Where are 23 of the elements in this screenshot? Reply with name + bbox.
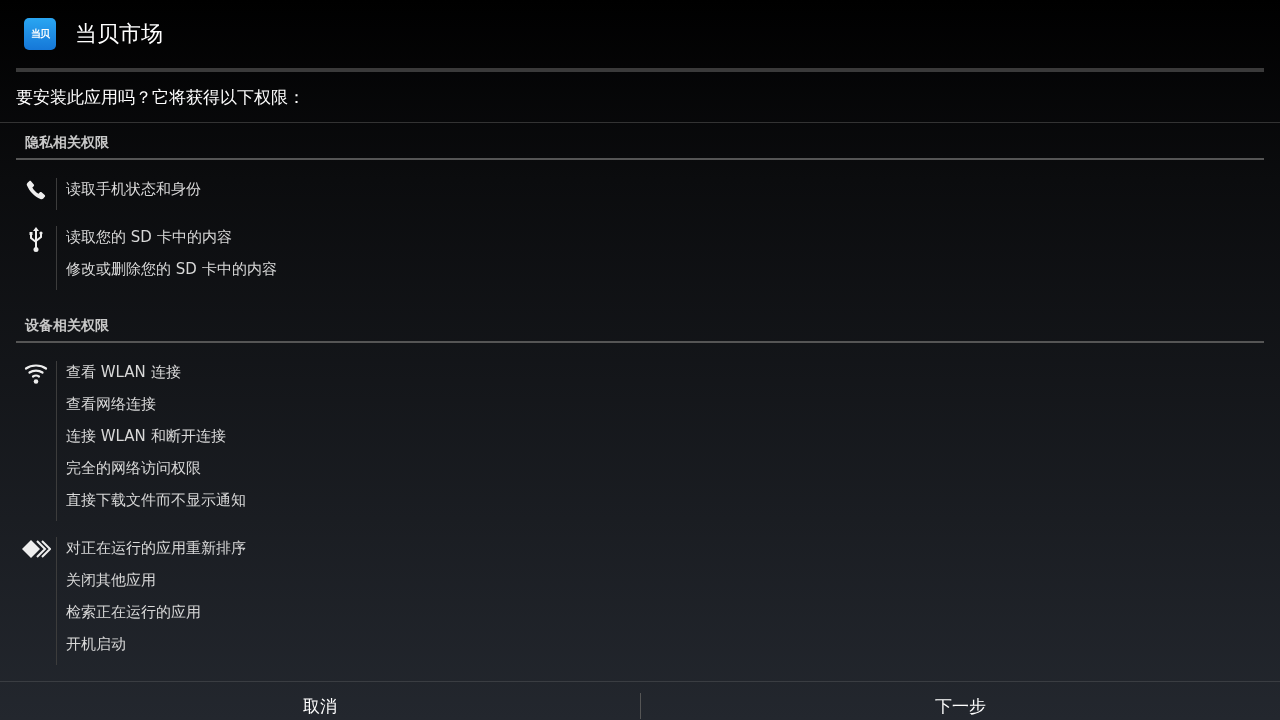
permission-item: 查看 WLAN 连接 (66, 362, 182, 383)
permission-item: 连接 WLAN 和断开连接 (66, 426, 227, 447)
usb-icon (28, 227, 44, 253)
wifi-icon (24, 362, 48, 386)
phone-icon (25, 179, 47, 201)
permission-item: 完全的网络访问权限 (66, 458, 202, 479)
permission-item: 查看网络连接 (66, 394, 157, 415)
permission-item: 读取手机状态和身份 (66, 179, 201, 200)
cancel-button[interactable]: 取消 (0, 682, 640, 720)
permission-item: 对正在运行的应用重新排序 (66, 538, 246, 559)
apps-icon (21, 538, 51, 560)
permission-item: 修改或删除您的 SD 卡中的内容 (66, 259, 277, 280)
window-title: 当贝市场 (75, 20, 163, 48)
next-button[interactable]: 下一步 (640, 682, 1280, 720)
section-heading: 隐私相关权限 (24, 133, 110, 152)
permission-item: 检索正在运行的应用 (66, 602, 202, 623)
permission-item: 开机启动 (66, 634, 127, 655)
section-heading: 设备相关权限 (23, 316, 110, 335)
permission-item: 读取您的 SD 卡中的内容 (66, 227, 233, 248)
install-prompt: 要安装此应用吗？它将获得以下权限： (15, 85, 306, 109)
permission-item: 关闭其他应用 (66, 570, 157, 591)
permission-item: 直接下载文件而不显示通知 (66, 490, 246, 511)
app-logo: 当贝 (24, 18, 56, 50)
